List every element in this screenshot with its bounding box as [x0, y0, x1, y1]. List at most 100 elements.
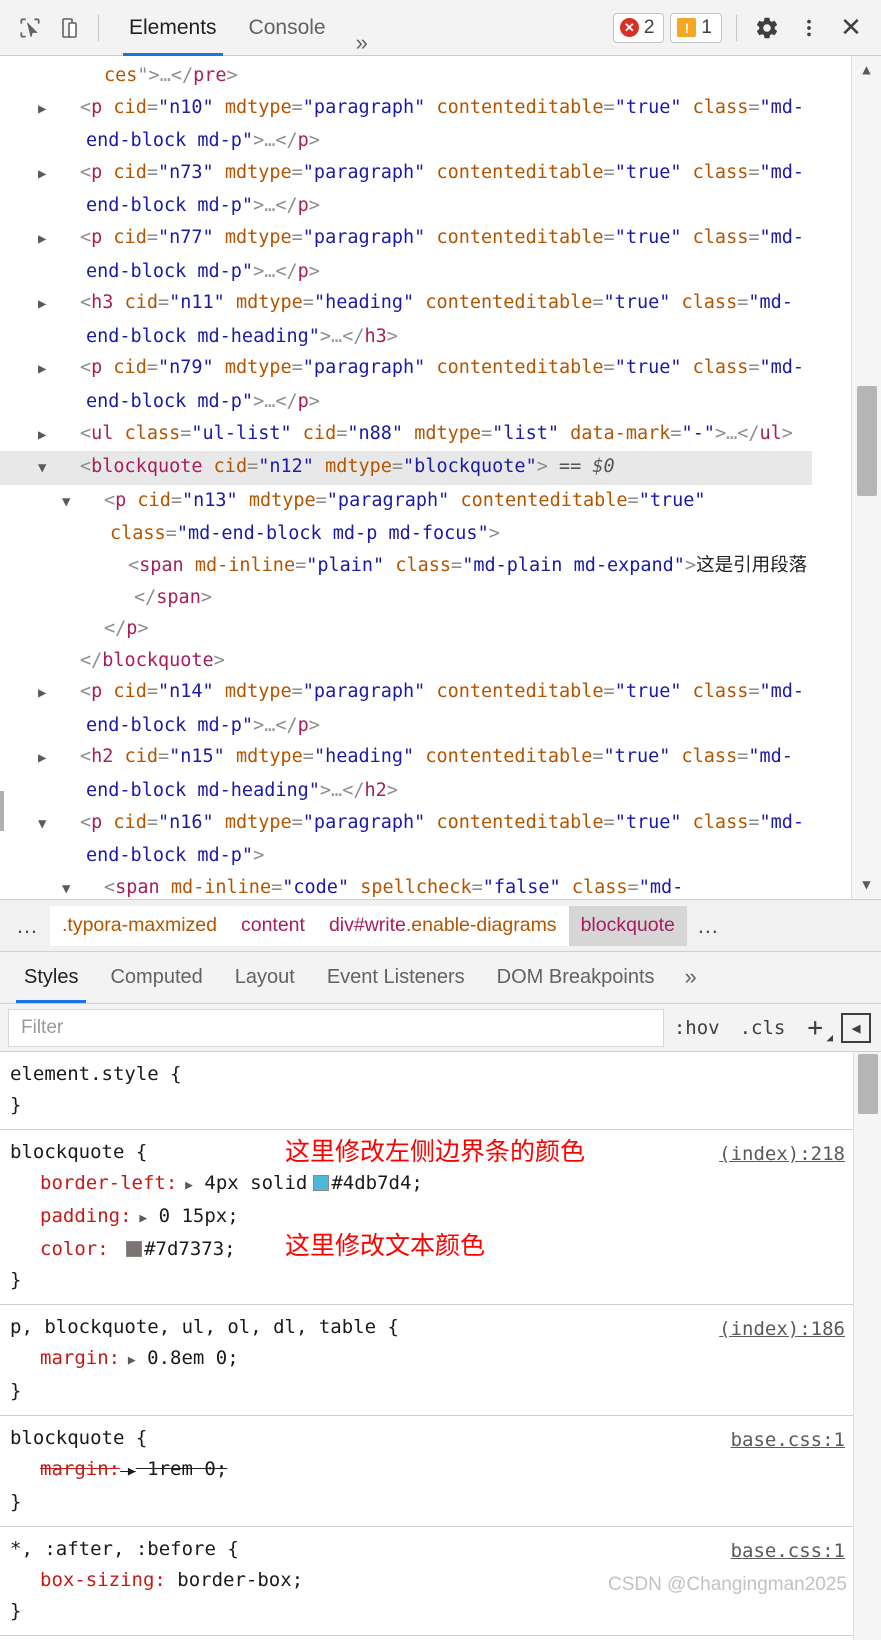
dom-node[interactable]: </p>	[0, 613, 812, 645]
tab-styles[interactable]: Styles	[8, 951, 94, 1003]
css-property-name[interactable]: color:	[10, 1234, 109, 1265]
css-declaration[interactable]: border-left: ▶ 4px solid #4db7d4;	[10, 1168, 853, 1201]
rules-scroll-thumb[interactable]	[858, 1054, 878, 1114]
css-selector[interactable]: blockquote {	[10, 1423, 853, 1454]
breadcrumb-overflow-right[interactable]: …	[687, 906, 731, 946]
dom-node[interactable]: ▶ <p cid="n77" mdtype="paragraph" content…	[0, 222, 812, 287]
css-rule-origin-link[interactable]: base.css:1	[731, 1425, 845, 1456]
css-rule-origin-link[interactable]: (index):186	[719, 1314, 845, 1345]
breadcrumb[interactable]: … .typora-maxmized content div#write .ena…	[0, 900, 881, 952]
css-property-value[interactable]	[109, 1238, 120, 1260]
kebab-menu-icon[interactable]	[789, 8, 829, 48]
breadcrumb-item-typora-maxmized[interactable]: .typora-maxmized	[50, 905, 229, 946]
css-rule[interactable]: (index):218 blockquote {border-left: ▶ 4p…	[0, 1130, 853, 1305]
disclosure-triangle-icon[interactable]: ▼	[62, 874, 104, 899]
dom-node[interactable]: ▼ <span md-inline="code" spellcheck="fals…	[0, 872, 812, 899]
css-rule[interactable]: element.style {}	[0, 1052, 853, 1130]
breadcrumb-item-div-write[interactable]: div#write .enable-diagrams	[316, 905, 569, 946]
dom-node[interactable]: </blockquote>	[0, 645, 812, 677]
tab-elements[interactable]: Elements	[113, 0, 233, 56]
css-rule-origin-link[interactable]: (index):218	[719, 1139, 845, 1170]
css-property-value[interactable]: border-box	[166, 1569, 291, 1591]
dom-node[interactable]: ▶ <p cid="n73" mdtype="paragraph" content…	[0, 157, 812, 222]
css-declaration[interactable]: margin: ▶ 1rem 0;	[10, 1454, 853, 1487]
breadcrumb-overflow-left[interactable]: …	[6, 906, 50, 946]
css-rule-close-brace: }	[10, 1600, 22, 1622]
css-property-name[interactable]: padding:	[10, 1201, 132, 1232]
dom-tree[interactable]: ces">…</pre> ▶ <p cid="n10" mdtype="paragr…	[0, 56, 812, 899]
more-tabs-icon[interactable]: »	[342, 30, 382, 56]
disclosure-triangle-icon[interactable]: ▼	[38, 453, 80, 485]
computed-sidebar-toggle-icon[interactable]: ◀	[841, 1012, 871, 1043]
dom-node[interactable]: ces">…</pre>	[0, 60, 812, 92]
dom-node[interactable]: ▶ <h3 cid="n11" mdtype="heading" contente…	[0, 287, 812, 352]
dom-node-selected[interactable]: ⋯▼<blockquote cid="n12" mdtype="blockquo…	[0, 451, 812, 485]
more-styles-tabs-icon[interactable]: »	[671, 951, 711, 1003]
disclosure-triangle-icon[interactable]: ▼	[38, 809, 80, 841]
expand-shorthand-icon[interactable]: ▶	[120, 1353, 136, 1368]
gear-icon[interactable]	[747, 8, 787, 48]
css-property-name[interactable]: margin:	[10, 1454, 120, 1485]
expand-shorthand-icon[interactable]: ▶	[120, 1464, 136, 1479]
filter-input[interactable]: Filter	[8, 1008, 664, 1047]
close-icon[interactable]: ✕	[831, 8, 871, 48]
disclosure-triangle-icon[interactable]: ▶	[38, 354, 80, 386]
css-rules-list[interactable]: element.style {} (index):218 blockquote {b…	[0, 1052, 881, 1640]
dom-node[interactable]: <span md-inline="plain" class="md-plain …	[0, 550, 812, 613]
tab-computed[interactable]: Computed	[94, 951, 218, 1003]
tab-event-listeners[interactable]: Event Listeners	[311, 951, 481, 1003]
css-rule-origin-link[interactable]: base.css:1	[731, 1536, 845, 1567]
dom-node[interactable]: ▶ <p cid="n10" mdtype="paragraph" content…	[0, 92, 812, 157]
expand-shorthand-icon[interactable]: ▶	[177, 1178, 193, 1193]
css-selector[interactable]: *, :after, :before {	[10, 1534, 853, 1565]
rules-scrollbar[interactable]	[853, 1052, 881, 1640]
breadcrumb-item-content[interactable]: content	[228, 905, 317, 946]
disclosure-triangle-icon[interactable]: ▶	[38, 420, 80, 452]
color-hex-value[interactable]: #4db7d4;	[331, 1172, 423, 1194]
dom-node[interactable]: ▶ <p cid="n79" mdtype="paragraph" content…	[0, 352, 812, 417]
tab-console[interactable]: Console	[233, 0, 342, 56]
warning-count-badge[interactable]: ! 1	[670, 12, 722, 43]
dom-node[interactable]: ▶ <p cid="n14" mdtype="paragraph" content…	[0, 676, 812, 741]
dom-node[interactable]: ▼ <p cid="n16" mdtype="paragraph" content…	[0, 807, 812, 872]
dom-scrollbar[interactable]: ▲ ▼	[851, 56, 881, 899]
css-selector[interactable]: element.style {	[10, 1059, 853, 1090]
color-hex-value[interactable]: #7d7373;	[144, 1238, 236, 1260]
expand-shorthand-icon[interactable]: ▶	[132, 1211, 147, 1226]
tab-layout[interactable]: Layout	[219, 951, 311, 1003]
disclosure-triangle-icon[interactable]: ▶	[38, 224, 80, 256]
css-declaration[interactable]: margin: ▶ 0.8em 0;	[10, 1343, 853, 1376]
dom-scroll-thumb[interactable]	[857, 386, 877, 496]
css-property-value[interactable]: 0 15px	[147, 1205, 228, 1227]
dom-node[interactable]: ▶ <h2 cid="n15" mdtype="heading" contente…	[0, 741, 812, 806]
color-swatch[interactable]	[313, 1175, 330, 1191]
css-property-name[interactable]: box-sizing:	[10, 1565, 166, 1596]
error-count-badge[interactable]: ✕ 2	[612, 12, 665, 43]
css-rule[interactable]: (index):186 p, blockquote, ul, ol, dl, ta…	[0, 1305, 853, 1416]
css-rule[interactable]: base.css:1 blockquote {margin: ▶ 1rem 0;}	[0, 1416, 853, 1527]
dom-node[interactable]: ▶ <ul class="ul-list" cid="n88" mdtype="l…	[0, 418, 812, 452]
cls-toggle-button[interactable]: .cls	[730, 1004, 796, 1052]
disclosure-triangle-icon[interactable]: ▶	[38, 94, 80, 126]
disclosure-triangle-icon[interactable]: ▼	[62, 487, 104, 519]
css-property-name[interactable]: margin:	[10, 1343, 120, 1374]
css-property-value[interactable]: 0.8em 0	[136, 1347, 227, 1369]
dom-scroll-down-icon[interactable]: ▼	[852, 871, 881, 899]
dom-node[interactable]: ▼ <p cid="n13" mdtype="paragraph" content…	[0, 485, 812, 550]
css-property-name[interactable]: border-left:	[10, 1168, 177, 1199]
hov-toggle-button[interactable]: :hov	[664, 1004, 730, 1052]
device-toolbar-icon[interactable]	[50, 8, 90, 48]
tab-dom-breakpoints[interactable]: DOM Breakpoints	[481, 951, 671, 1003]
dom-scroll-up-icon[interactable]: ▲	[852, 56, 881, 84]
disclosure-triangle-icon[interactable]: ▶	[38, 678, 80, 710]
dom-tree-panel[interactable]: ces">…</pre> ▶ <p cid="n10" mdtype="paragr…	[0, 56, 881, 900]
color-swatch[interactable]	[126, 1241, 143, 1257]
disclosure-triangle-icon[interactable]: ▶	[38, 743, 80, 775]
disclosure-triangle-icon[interactable]: ▶	[38, 289, 80, 321]
inspect-element-icon[interactable]	[10, 8, 50, 48]
css-property-value[interactable]: 4px solid	[193, 1172, 307, 1194]
breadcrumb-item-blockquote[interactable]: blockquote	[568, 905, 687, 946]
disclosure-triangle-icon[interactable]: ▶	[38, 159, 80, 191]
css-property-value[interactable]: 1rem 0	[136, 1458, 216, 1480]
new-style-rule-button[interactable]: + ◢	[795, 1004, 835, 1052]
